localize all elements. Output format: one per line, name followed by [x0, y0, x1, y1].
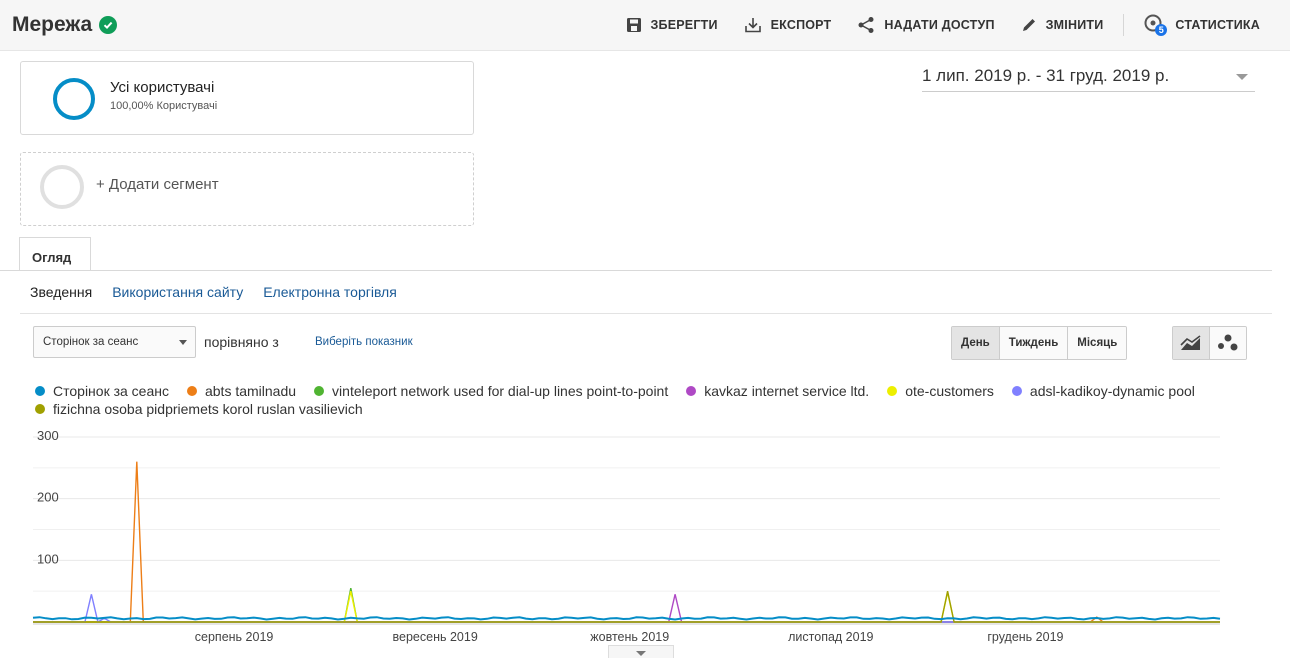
save-icon [626, 18, 641, 32]
legend-item: kavkaz internet service ltd. [686, 382, 869, 400]
x-tick-label: вересень 2019 [393, 630, 478, 644]
segment-card-all-users[interactable]: Усі користувачі 100,00% Користувачі [20, 61, 474, 135]
legend-item: vinteleport network used for dial-up lin… [314, 382, 668, 400]
motion-chart-icon [1218, 334, 1238, 351]
legend-color-dot [186, 386, 197, 396]
date-range-picker[interactable]: 1 лип. 2019 р. - 31 груд. 2019 р. [922, 66, 1255, 92]
chart-view-toggle [1172, 326, 1247, 360]
legend-label: vinteleport network used for dial-up lin… [332, 383, 669, 399]
empty-segment-ring [40, 165, 84, 209]
legend-label: abts tamilnadu [204, 383, 297, 399]
legend-label: fizichna osoba pidpriemets korol ruslan … [53, 401, 363, 417]
legend-color-dot [314, 386, 325, 396]
legend-item: ote-customers [887, 382, 994, 400]
share-label: НАДАТИ ДОСТУП [884, 18, 995, 32]
legend-label: ote-customers [905, 383, 994, 399]
legend-color-dot [887, 386, 898, 396]
edit-label: ЗМІНИТИ [1045, 18, 1104, 32]
add-segment-label: + Додати сегмент [96, 176, 219, 193]
export-label: ЕКСПОРТ [770, 18, 832, 32]
chevron-down-icon [179, 340, 187, 345]
metric-dropdown[interactable]: Сторінок за сеанс [33, 326, 196, 358]
legend-item: adsl-kadikoy-dynamic pool [1011, 382, 1195, 400]
legend-color-dot [35, 404, 45, 414]
subnav-summary[interactable]: Зведення [30, 284, 92, 300]
subnav-divider [20, 313, 1272, 314]
motion-chart-view-button[interactable] [1209, 327, 1246, 359]
export-icon [744, 18, 761, 33]
legend-color-dot [686, 386, 697, 396]
insights-icon: 5 [1144, 14, 1168, 36]
line-chart-view-button[interactable] [1173, 327, 1209, 359]
y-tick-label: 100 [37, 551, 59, 566]
report-title-text: Мережа [12, 13, 93, 36]
header-divider [1123, 14, 1125, 36]
legend-color-dot [35, 386, 45, 396]
chart-legend: Сторінок за сеанс abts tamilnadu vintelepo… [35, 382, 1235, 418]
add-segment-card[interactable]: + Додати сегмент [20, 152, 474, 226]
chevron-down-icon [636, 651, 646, 656]
pencil-icon [1022, 19, 1035, 31]
x-tick-label: листопад 2019 [788, 630, 873, 644]
chart-collapse-tab[interactable] [608, 645, 674, 658]
period-month-button[interactable]: Місяць [1067, 327, 1127, 359]
legend-item: fizichna osoba pidpriemets korol ruslan … [35, 400, 363, 418]
line-chart-icon [1180, 335, 1201, 350]
x-tick-label: жовтень 2019 [590, 630, 669, 644]
subnav-site-usage[interactable]: Використання сайту [112, 284, 243, 300]
header-actions: ЗБЕРЕГТИ ЕКСПОРТ НАДАТИ ДОСТУП ЗМІНИТИ 5… [600, 14, 1261, 36]
legend-label: Сторінок за сеанс [53, 383, 169, 399]
x-tick-label: грудень 2019 [987, 630, 1063, 644]
explorer-subnav: Зведення Використання сайту Електронна т… [30, 284, 397, 300]
verified-check-icon [99, 16, 118, 34]
segment-percentage: 100,00% Користувачі [110, 100, 218, 112]
period-day-button[interactable]: День [952, 327, 999, 359]
edit-button[interactable]: ЗМІНИТИ [1021, 17, 1104, 33]
date-range-text: 1 лип. 2019 р. - 31 груд. 2019 р. [922, 66, 1170, 85]
legend-label: adsl-kadikoy-dynamic pool [1029, 383, 1195, 399]
choose-metric-link[interactable]: Виберіть показник [315, 336, 413, 348]
metric-dropdown-value: Сторінок за сеанс [43, 336, 139, 348]
tab-divider [0, 270, 1272, 271]
subnav-ecommerce[interactable]: Електронна торгівля [263, 284, 397, 300]
insights-button[interactable]: 5 СТАТИСТИКА [1144, 14, 1260, 36]
tab-overview[interactable]: Огляд [19, 237, 91, 271]
legend-item: abts tamilnadu [186, 382, 297, 400]
compare-label: порівняно з [204, 334, 279, 350]
export-button[interactable]: ЕКСПОРТ [744, 17, 832, 33]
insights-label: СТАТИСТИКА [1175, 18, 1260, 32]
save-label: ЗБЕРЕГТИ [650, 18, 718, 32]
line-chart: 300 200 100 серпень 2019 вересень 2019 жовтен… [32, 428, 1221, 644]
y-tick-label: 200 [37, 490, 59, 505]
segment-color-ring [53, 78, 95, 120]
y-tick-label: 300 [37, 428, 59, 443]
legend-color-dot [1011, 386, 1022, 396]
report-header: Мережа ЗБЕРЕГТИ ЕКСПОРТ НАДАТИ ДОСТУП ЗМ… [0, 0, 1290, 51]
legend-label: kavkaz internet service ltd. [704, 383, 870, 399]
share-button[interactable]: НАДАТИ ДОСТУП [857, 16, 994, 34]
segment-name: Усі користувачі [110, 79, 215, 96]
report-title: Мережа [12, 13, 118, 37]
chevron-down-icon [1236, 74, 1248, 80]
share-icon [858, 17, 874, 33]
save-button[interactable]: ЗБЕРЕГТИ [626, 17, 718, 33]
x-tick-label: серпень 2019 [195, 630, 274, 644]
period-toggle: День Тиждень Місяць [951, 326, 1128, 360]
legend-item: Сторінок за сеанс [35, 382, 169, 400]
series-line-main [32, 616, 1221, 621]
series-line [33, 461, 1220, 623]
period-week-button[interactable]: Тиждень [998, 327, 1068, 359]
